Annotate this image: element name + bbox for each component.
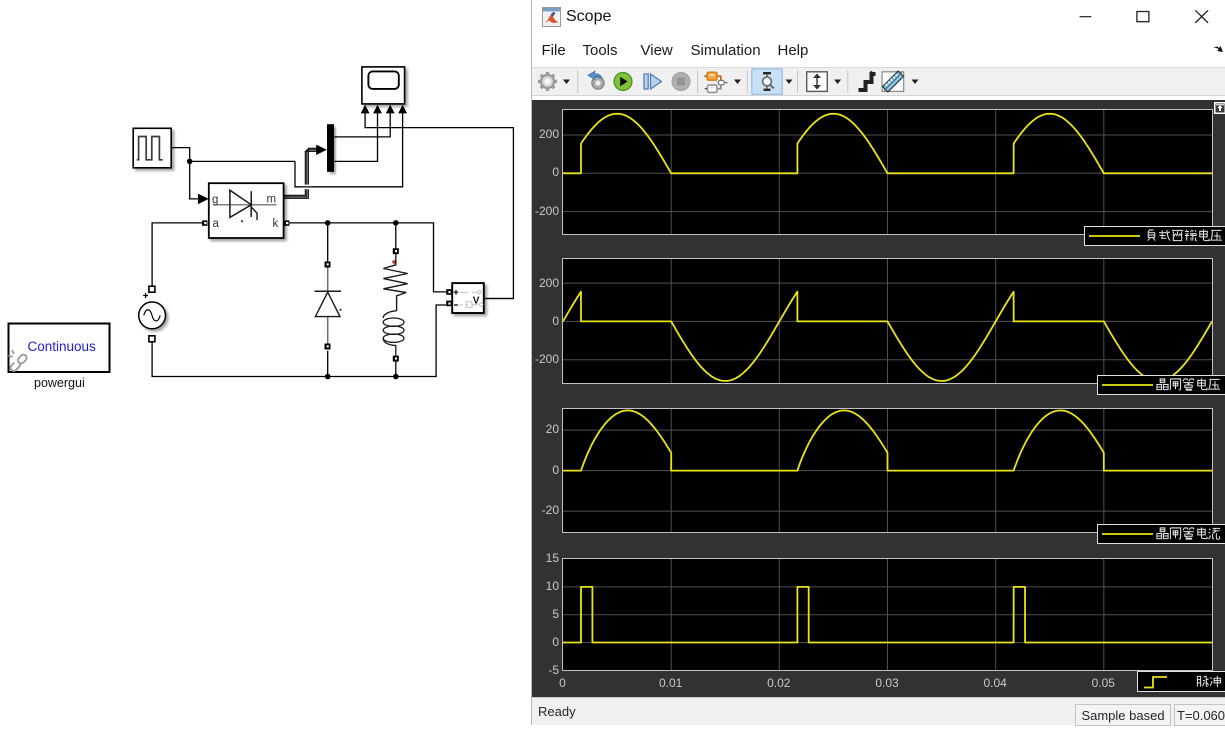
svg-text:g: g [212,194,218,206]
svg-text:a: a [213,218,220,230]
svg-text:V: V [473,296,480,307]
svg-text:k: k [273,218,279,230]
svg-text:m: m [267,194,277,206]
svg-text:Continuous: Continuous [28,339,97,354]
svg-text:powergui: powergui [34,376,85,390]
